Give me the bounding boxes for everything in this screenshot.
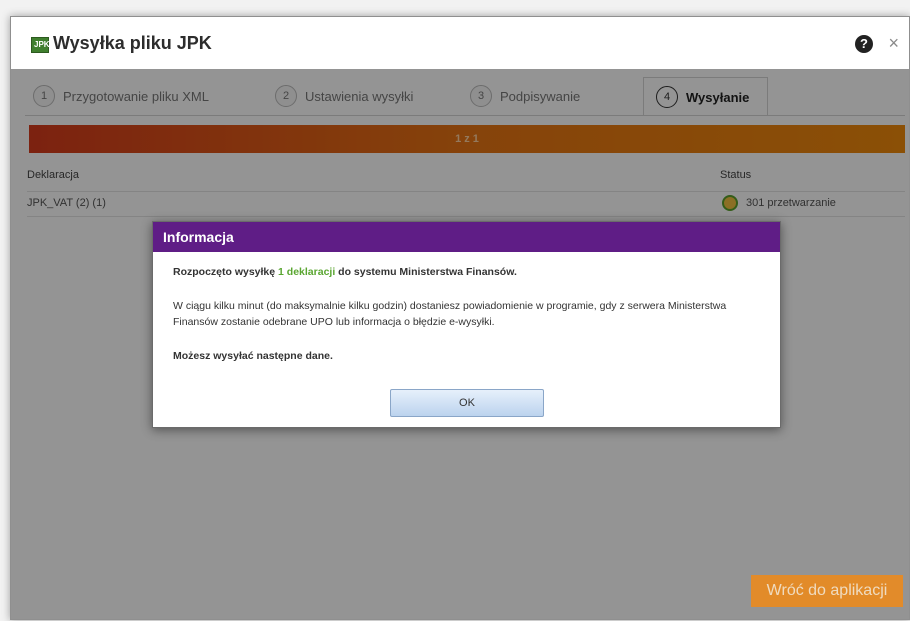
jpk-logo-icon: JPK [31, 37, 50, 53]
title-bar: JPK Wysyłka pliku JPK ? × [11, 17, 909, 69]
help-icon[interactable]: ? [855, 35, 873, 53]
window-title: Wysyłka pliku JPK [53, 33, 212, 53]
dialog-message-next: Możesz wysyłać następne dane. [173, 350, 333, 362]
dialog-message-details: W ciągu kilku minut (do maksymalnie kilk… [173, 300, 727, 328]
close-icon[interactable]: × [888, 32, 899, 54]
declaration-count-link: 1 deklaracji [278, 266, 336, 278]
dialog-header: Informacja [153, 222, 780, 252]
ok-button[interactable]: OK [390, 389, 544, 417]
dialog-body: Rozpoczęto wysyłkę 1 deklaracji do syste… [173, 264, 763, 364]
info-dialog: Informacja Rozpoczęto wysyłkę 1 deklarac… [152, 221, 781, 428]
screen-background: JPK Wysyłka pliku JPK ? × 1 Przygotowani… [0, 0, 910, 621]
back-to-app-button[interactable]: Wróć do aplikacji [751, 575, 903, 607]
dialog-message-main: Rozpoczęto wysyłkę 1 deklaracji do syste… [173, 266, 517, 278]
dialog-title: Informacja [163, 229, 234, 245]
